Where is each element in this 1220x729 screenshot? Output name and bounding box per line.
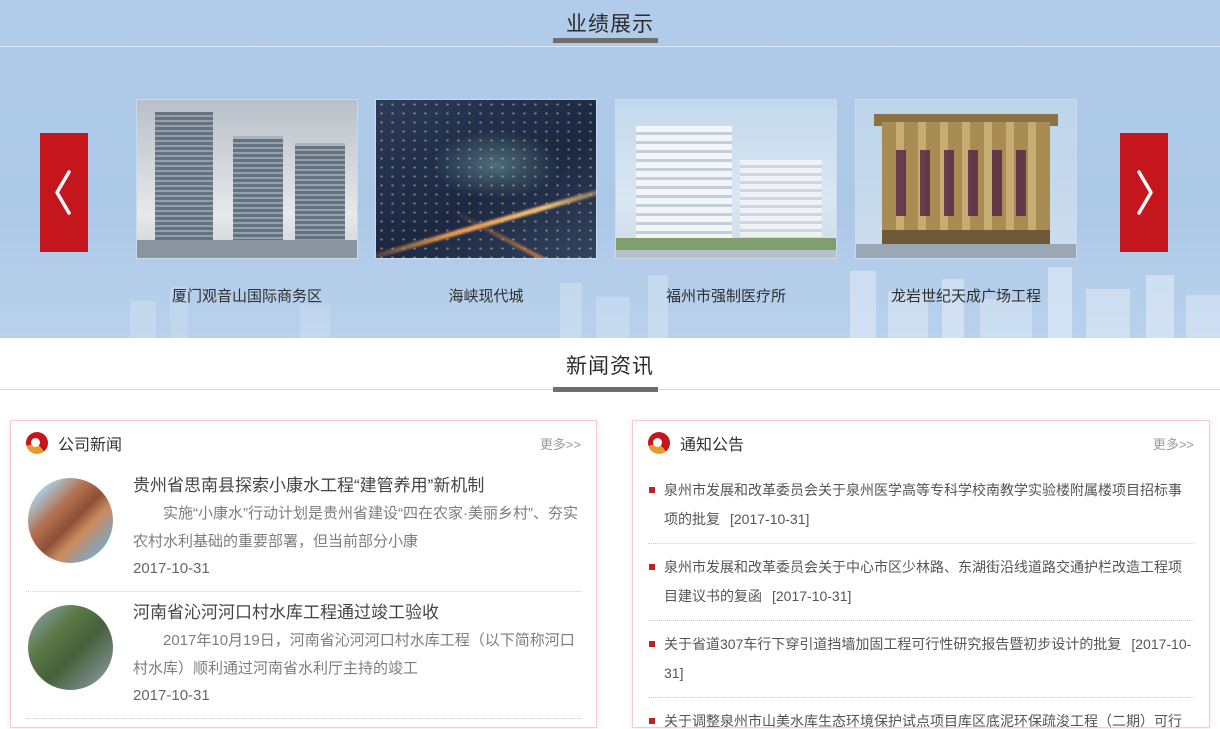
news-date: 2017-10-31 (133, 683, 581, 708)
chevron-right-icon (1120, 133, 1168, 252)
project-image-haixia[interactable] (376, 100, 596, 258)
carousel-next-button[interactable] (1120, 133, 1168, 252)
hero-divider-line (0, 46, 1220, 47)
street-shape (856, 244, 1076, 258)
news-summary: 实施“小康水”行动计划是贵州省建设“四在农家·美丽乡村”、夯实农村水利基础的重要… (133, 500, 581, 556)
notice-item[interactable]: 泉州市发展和改革委员会关于中心市区少林路、东湖街沿线道路交通护栏改造工程项目建议… (648, 543, 1194, 620)
carousel-item-3: 福州市强制医疗所 (616, 100, 836, 306)
building-shape (636, 126, 732, 238)
notices-header: 通知公告 更多>> (633, 421, 1209, 465)
carousel-item-2: 海峡现代城 (376, 100, 596, 306)
notices-list: 泉州市发展和改革委员会关于泉州医学高等专科学校南教学实验楼附属楼项目招标事项的批… (633, 467, 1209, 728)
notice-item[interactable]: 关于省道307车行下穿引道挡墙加固工程可行性研究报告暨初步设计的批复[2017-… (648, 620, 1194, 697)
tower-shape (233, 136, 283, 240)
base-shape (882, 230, 1050, 244)
project-caption-1[interactable]: 厦门观音山国际商务区 (137, 285, 357, 306)
chevron-left-icon (40, 133, 88, 252)
company-news-list: 贵州省思南县探索小康水工程“建管养用”新机制 实施“小康水”行动计划是贵州省建设… (11, 465, 596, 728)
notice-text: 关于调整泉州市山美水库生态环境保护试点项目库区底泥环保疏浚工程（二期）可行性研究… (664, 713, 1182, 728)
carousel-item-4: 龙岩世纪天成广场工程 (856, 100, 1076, 306)
notices-title: 通知公告 (680, 431, 744, 455)
news-item: 贵州省思南县探索小康水工程“建管养用”新机制 实施“小康水”行动计划是贵州省建设… (26, 465, 581, 591)
tower-shape (295, 143, 345, 240)
greenery-shape (616, 238, 836, 250)
red-square-bullet-icon (649, 487, 655, 493)
project-image-longyan[interactable] (856, 100, 1076, 258)
road-shape (616, 250, 836, 258)
company-news-more-link[interactable]: 更多>> (540, 434, 581, 453)
news-title-link[interactable]: 贵州省思南县探索小康水工程“建管养用”新机制 (133, 475, 581, 497)
company-news-panel: 公司新闻 更多>> 贵州省思南县探索小康水工程“建管养用”新机制 实施“小康水”… (10, 420, 597, 728)
banner-stripes (896, 150, 1036, 216)
project-image-fuzhou[interactable] (616, 100, 836, 258)
performance-section: 业绩展示 (0, 0, 1220, 338)
glow-shape (431, 130, 561, 200)
notice-text: 泉州市发展和改革委员会关于中心市区少林路、东湖街沿线道路交通护栏改造工程项目建议… (664, 559, 1182, 604)
ground-shape (137, 240, 357, 258)
logo-inner-dot (653, 438, 662, 447)
news-section-title: 新闻资讯 (0, 350, 1220, 380)
project-caption-2[interactable]: 海峡现代城 (376, 285, 596, 306)
news-date: 2017-10-31 (133, 556, 581, 581)
project-image-xiamen[interactable] (137, 100, 357, 258)
notice-item[interactable]: 关于调整泉州市山美水库生态环境保护试点项目库区底泥环保疏浚工程（二期）可行性研究… (648, 697, 1194, 728)
red-square-bullet-icon (649, 564, 655, 570)
company-news-title: 公司新闻 (58, 431, 122, 455)
news-summary: 2017年10月19日，河南省沁河河口村水库工程（以下简称河口村水库）顺利通过河… (133, 627, 581, 683)
notice-item[interactable]: 泉州市发展和改革委员会关于泉州医学高等专科学校南教学实验楼附属楼项目招标事项的批… (648, 467, 1194, 543)
notices-panel: 通知公告 更多>> 泉州市发展和改革委员会关于泉州医学高等专科学校南教学实验楼附… (632, 420, 1210, 728)
news-item: 今年新疆向塔里木河下游生态输水达6个多“天池” (26, 718, 581, 728)
building-shape (740, 160, 822, 238)
tower-shape (155, 112, 213, 240)
news-title-underline-bar (553, 387, 658, 392)
news-thumbnail (28, 478, 113, 563)
carousel-prev-button[interactable] (40, 133, 88, 252)
news-body: 河南省沁河河口村水库工程通过竣工验收 2017年10月19日，河南省沁河河口村水… (133, 601, 581, 708)
notice-date: [2017-10-31] (730, 511, 809, 527)
news-body: 贵州省思南县探索小康水工程“建管养用”新机制 实施“小康水”行动计划是贵州省建设… (133, 474, 581, 581)
news-thumbnail (28, 605, 113, 690)
project-caption-3[interactable]: 福州市强制医疗所 (616, 285, 836, 306)
project-caption-4[interactable]: 龙岩世纪天成广场工程 (856, 285, 1076, 306)
news-item: 河南省沁河河口村水库工程通过竣工验收 2017年10月19日，河南省沁河河口村水… (26, 591, 581, 718)
performance-section-title: 业绩展示 (0, 8, 1220, 38)
notices-logo-icon (648, 432, 670, 454)
notice-date: [2017-10-31] (772, 588, 851, 604)
notice-text: 关于省道307车行下穿引道挡墙加固工程可行性研究报告暨初步设计的批复 (664, 636, 1121, 652)
red-square-bullet-icon (649, 641, 655, 647)
company-logo-icon (26, 432, 48, 454)
carousel-item-1: 厦门观音山国际商务区 (137, 100, 357, 306)
news-title-link[interactable]: 河南省沁河河口村水库工程通过竣工验收 (133, 602, 581, 624)
notices-more-link[interactable]: 更多>> (1153, 434, 1194, 453)
title-underline-bar (553, 38, 658, 43)
company-news-header: 公司新闻 更多>> (11, 421, 596, 465)
red-square-bullet-icon (649, 718, 655, 724)
logo-inner-dot (31, 438, 40, 447)
